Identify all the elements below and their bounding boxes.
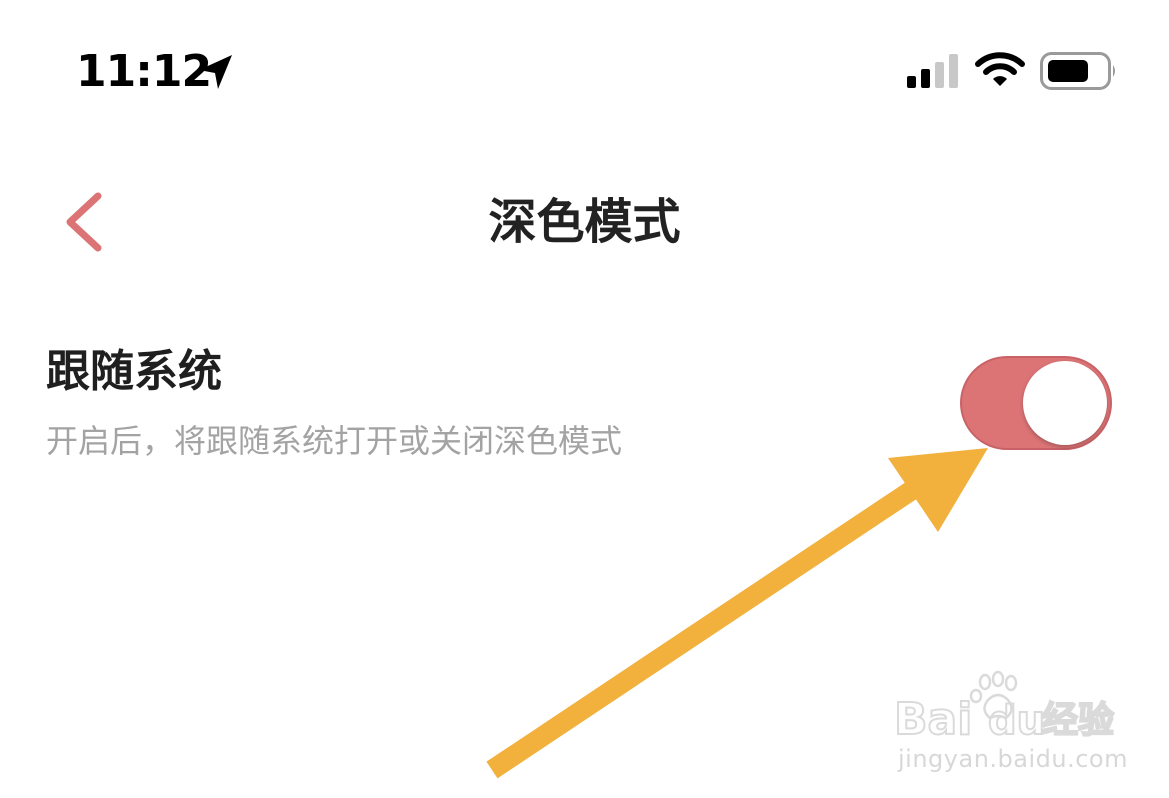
toggle-knob [1023,361,1107,445]
setting-description: 开启后，将跟随系统打开或关闭深色模式 [46,422,623,460]
watermark-url: jingyan.baidu.com [898,745,1128,773]
svg-text:du: du [988,698,1045,744]
page-title: 深色模式 [488,194,681,250]
follow-system-toggle[interactable] [960,356,1112,450]
setting-row-follow-system: 跟随系统 开启后，将跟随系统打开或关闭深色模式 [0,330,1169,480]
status-time: 11:12 [76,46,212,97]
baidu-jingyan-watermark: Bai du 经验 jingyan.baidu.com [892,670,1127,780]
cellular-signal-icon [907,54,958,88]
svg-text:经验: 经验 [1042,700,1114,741]
svg-text:Bai: Bai [894,694,972,745]
battery-icon [1040,52,1115,90]
setting-title: 跟随系统 [46,346,222,397]
location-arrow-icon [199,55,232,89]
baidu-logo-icon: Bai du 经验 [893,670,1115,746]
wifi-icon [975,52,1025,86]
